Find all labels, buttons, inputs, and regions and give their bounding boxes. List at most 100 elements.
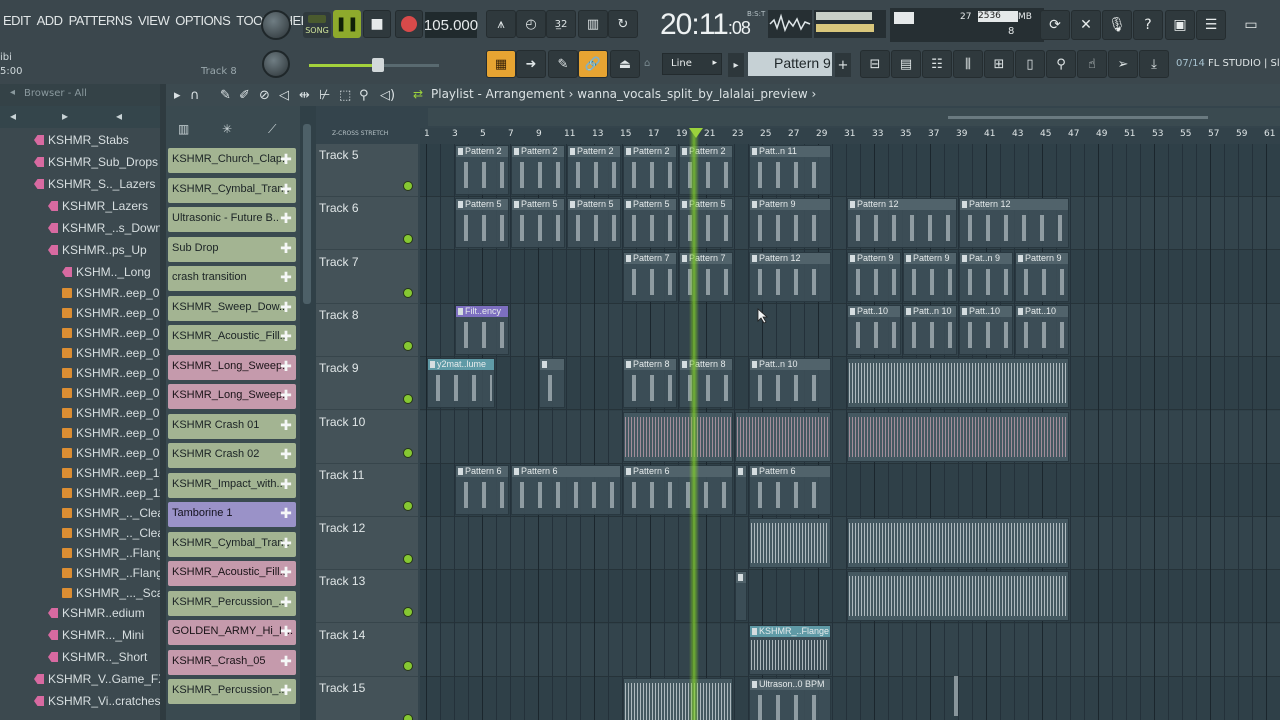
browser-item[interactable]: KSHMR_V..Game_FX [0, 671, 166, 691]
menu-arrow-icon[interactable]: ▸ [174, 88, 181, 103]
track-header[interactable]: Track 11 [316, 464, 418, 517]
browser-item[interactable]: KSHMR_..Flange [0, 565, 169, 585]
browser-item[interactable]: KSHMR..eep_08 [0, 425, 166, 445]
swing-icon[interactable]: ⟋ [268, 122, 276, 137]
menu-edit[interactable]: EDIT [0, 13, 34, 35]
channel-button[interactable]: KSHMR_Cymbal_Tran.. ✚ [168, 531, 296, 557]
menu-view[interactable]: VIEW [135, 13, 172, 35]
track-header[interactable]: Track 5 [316, 144, 418, 197]
main-pitch-knob[interactable] [261, 10, 291, 40]
playlist-clip[interactable]: Pattern 8 [623, 358, 677, 409]
channel-button[interactable]: KSHMR_Long_Sweep.. ✚ [168, 384, 296, 409]
browser-item[interactable]: KSHMR..eep_03 [0, 325, 166, 345]
channel-add-icon[interactable]: ✚ [278, 358, 294, 374]
countdown-button[interactable]: 3̲2 [546, 10, 576, 38]
browser-item[interactable]: KSHM.._Long [0, 264, 160, 284]
master-pitch-slider[interactable] [309, 58, 439, 72]
browser-item[interactable]: KSHMR..eep_09 [0, 445, 166, 465]
browser-item[interactable]: KSHMR..eep_02 [0, 305, 166, 325]
stamp-button[interactable]: ⏏ [610, 50, 640, 78]
channel-button[interactable]: KSHMR Crash 02 ✚ [168, 443, 296, 468]
channel-add-icon[interactable]: ✚ [278, 623, 294, 639]
track-lane[interactable] [420, 677, 1280, 720]
mute-tool-icon[interactable]: ◁ [279, 88, 289, 103]
audio-input-button[interactable]: 🎙 [1102, 10, 1132, 40]
browser-item[interactable]: KSHMR_.._Clean [0, 525, 171, 545]
slip-tool-icon[interactable]: ⇹ [299, 88, 310, 103]
track-header[interactable]: Track 8 [316, 304, 418, 357]
master-volume-knob[interactable] [262, 50, 290, 78]
browser-item[interactable]: KSHMR..eep_07 [0, 405, 166, 425]
channel-add-icon[interactable]: ✚ [278, 505, 294, 521]
channel-button[interactable]: KSHMR_Sweep_Dow.. ✚ [168, 295, 296, 321]
channel-button[interactable]: KSHMR_Crash_05 ✚ [168, 649, 296, 675]
browser-item[interactable]: KSHMR..eep_06 [0, 385, 166, 405]
channel-button[interactable]: crash transition ✚ [168, 266, 296, 291]
piano-roll-button[interactable]: ▦ [486, 50, 516, 78]
collapse-icon[interactable]: ◂ [10, 109, 16, 123]
playlist-clip[interactable]: Patt..n 10 [749, 358, 831, 409]
browser-item[interactable]: KSHMR..eep_11 [0, 485, 165, 505]
playlist-clip[interactable] [749, 518, 831, 569]
playback-tool-icon[interactable]: ◁) [380, 88, 395, 103]
playlist-overview[interactable] [428, 108, 1280, 126]
playlist-clip[interactable] [847, 411, 1069, 462]
playlist-clip[interactable]: y2mat..lume [427, 358, 495, 409]
channel-add-icon[interactable]: ✚ [278, 269, 294, 285]
browser-item[interactable]: KSHMR..eep_10 [0, 465, 166, 485]
playlist-clip[interactable]: Patt..n 10 [903, 304, 957, 355]
channel-button[interactable]: KSHMR_Acoustic_Fill.. ✚ [168, 325, 296, 350]
browser-item[interactable]: KSHMR_..._Scary [0, 585, 173, 605]
playlist-clip[interactable]: Pattern 9 [847, 251, 901, 302]
channel-add-icon[interactable]: ✚ [278, 240, 294, 256]
menu-options[interactable]: OPTIONS [172, 13, 233, 35]
channel-rack-button[interactable]: ⊟ [860, 50, 890, 78]
playlist-clip[interactable] [847, 571, 1069, 622]
browser-item[interactable]: KSHMR_Vi..cratches [0, 693, 160, 713]
brush-tool-icon[interactable]: ✐ [239, 88, 250, 103]
channel-button[interactable]: GOLDEN_ARMY_Hi_H.. ✚ [168, 620, 296, 645]
tempo-display[interactable]: 105.000 [424, 12, 478, 38]
playlist-clip[interactable]: Pat..n 9 [959, 251, 1013, 302]
loop-record-button[interactable]: ↻ [608, 10, 638, 38]
save-button[interactable]: ▣ [1165, 10, 1195, 40]
playlist-clip[interactable]: Patt..10 [847, 304, 901, 355]
playhead-marker[interactable] [689, 128, 703, 138]
graph-icon[interactable]: ✳ [222, 122, 232, 136]
pencil-tool-icon[interactable]: ✎ [220, 88, 231, 103]
mixer-view-button[interactable]: ⫼ [953, 50, 983, 78]
browser-item[interactable]: KSHMR.._Short [0, 649, 160, 669]
playlist-clip[interactable]: Pattern 8 [679, 358, 733, 409]
track-mute-led[interactable] [404, 288, 412, 297]
delete-tool-icon[interactable]: ⊘ [259, 88, 270, 103]
record-button[interactable] [395, 10, 423, 38]
browser-item[interactable]: KSHMR..edium [0, 605, 160, 625]
channel-button[interactable]: KSHMR_Impact_with.. ✚ [168, 472, 296, 498]
track-lane[interactable] [420, 623, 1280, 677]
channel-button[interactable]: KSHMR_Percussion_.. ✚ [168, 679, 296, 704]
mixer-button[interactable]: ☰ [1196, 10, 1226, 40]
track-mute-led[interactable] [404, 661, 412, 670]
tools-button[interactable]: ✕ [1071, 10, 1101, 40]
playlist-clip[interactable] [735, 464, 747, 515]
piano-keys-icon[interactable]: ▥ [178, 122, 189, 136]
track-header[interactable]: Track 6 [316, 197, 418, 251]
menu-add[interactable]: ADD [34, 13, 66, 35]
playlist-clip[interactable]: Pattern 2 [567, 145, 621, 195]
browser-item[interactable]: KSHMR..eep_04 [0, 345, 166, 365]
track-mute-led[interactable] [404, 608, 412, 617]
channel-button[interactable]: KSHMR_Long_Sweep.. ✚ [168, 354, 296, 380]
step-sequencer-button[interactable]: ☷ [922, 50, 952, 78]
view-icon[interactable]: ▸ [62, 109, 68, 123]
playlist-clip[interactable]: Pattern 9 [749, 198, 831, 249]
playhead[interactable] [689, 128, 699, 720]
track-mute-led[interactable] [404, 182, 412, 190]
track-header[interactable]: Track 12 [316, 517, 418, 571]
channel-add-icon[interactable]: ✚ [278, 151, 294, 167]
help-button[interactable]: ? [1133, 10, 1163, 40]
track-header[interactable]: Track 15 [316, 677, 418, 720]
track-header[interactable]: Track 9 [316, 357, 418, 411]
track-mute-led[interactable] [404, 235, 412, 244]
metronome-button[interactable]: ⩚ [486, 10, 516, 38]
channel-add-icon[interactable]: ✚ [278, 328, 294, 344]
